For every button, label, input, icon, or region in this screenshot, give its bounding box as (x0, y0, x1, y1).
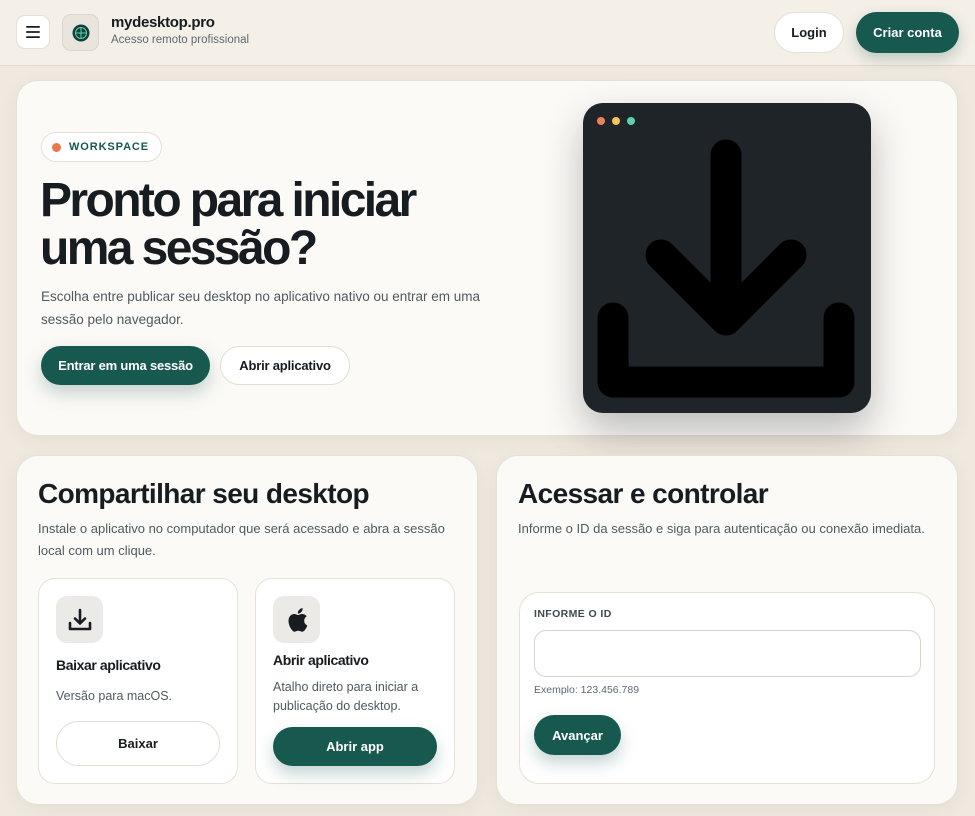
open-app-link-button[interactable]: Abrir app (273, 727, 437, 766)
access-control-card: Acessar e controlar Informe o ID da sess… (496, 455, 958, 805)
globe-logo-icon (72, 24, 89, 41)
open-app-option-description: Atalho direto para iniciar a publicação … (273, 680, 419, 713)
login-button[interactable]: Login (774, 12, 844, 53)
advance-button[interactable]: Avançar (534, 715, 621, 755)
download-icon-box (56, 596, 103, 643)
session-id-hint: Exemplo: 123.456.789 (534, 684, 640, 696)
share-description: Instale o aplicativo no computador que s… (38, 521, 445, 558)
hero-description: Escolha entre publicar seu desktop no ap… (41, 289, 481, 327)
hero-card: WORKSPACE Pronto para iniciar uma sessão… (16, 80, 958, 436)
open-app-option-title: Abrir aplicativo (273, 652, 369, 668)
brand-logo[interactable] (62, 14, 99, 51)
hero-title: Pronto para iniciar uma sessão? (40, 177, 480, 273)
session-id-label: INFORME O ID (534, 608, 612, 620)
session-id-form: INFORME O ID Exemplo: 123.456.789 Avança… (519, 592, 935, 784)
menu-button[interactable] (16, 15, 50, 49)
download-icon (597, 139, 855, 398)
access-title: Acessar e controlar (518, 478, 769, 509)
download-icon (68, 608, 91, 630)
access-description: Informe o ID da sessão e siga para auten… (518, 521, 925, 536)
brand-subtitle: Acesso remoto profissional (111, 34, 250, 46)
signup-button[interactable]: Criar conta (856, 12, 959, 53)
join-session-button[interactable]: Entrar em uma sessão (41, 346, 210, 385)
app-preview-window (583, 103, 871, 413)
hero-title-line-1: Pronto para iniciar (40, 174, 417, 227)
download-button[interactable]: Baixar (56, 721, 220, 766)
download-option-description: Versão para macOS. (56, 689, 173, 703)
share-desktop-card: Compartilhar seu desktop Instale o aplic… (16, 455, 478, 805)
workspace-badge: WORKSPACE (41, 132, 163, 162)
apple-icon-box (273, 596, 320, 643)
badge-dot-icon (52, 142, 61, 152)
hamburger-menu-icon (26, 26, 40, 38)
top-header: mydesktop.pro Acesso remoto profissional… (0, 0, 975, 66)
hero-title-line-2: uma sessão? (40, 222, 318, 275)
badge-label: WORKSPACE (69, 141, 150, 153)
open-app-button[interactable]: Abrir aplicativo (220, 346, 350, 385)
apple-icon (288, 607, 307, 632)
download-app-option: Baixar aplicativo Versão para macOS. Bai… (38, 578, 238, 784)
download-option-title: Baixar aplicativo (56, 657, 161, 673)
session-id-input[interactable] (534, 630, 921, 677)
brand-name: mydesktop.pro (111, 14, 215, 31)
open-app-option: Abrir aplicativo Atalho direto para inic… (255, 578, 455, 784)
share-title: Compartilhar seu desktop (38, 478, 370, 509)
